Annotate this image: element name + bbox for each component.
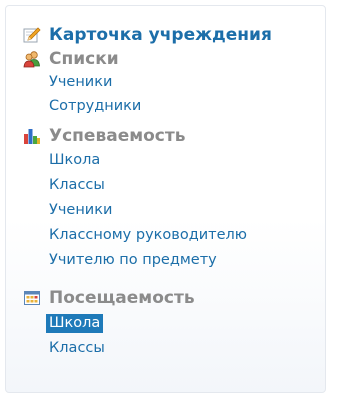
performance-item-students[interactable]: Ученики (49, 201, 112, 220)
lists-section-header: Списки (23, 49, 119, 69)
navigation-panel: Карточка учреждения Списки Ученики Сотру… (5, 5, 326, 393)
performance-section-header: Успеваемость (23, 126, 185, 146)
lists-item-staff[interactable]: Сотрудники (49, 97, 141, 116)
pencil-icon (23, 26, 41, 44)
calendar-grid-icon (23, 289, 41, 307)
performance-item-classes[interactable]: Классы (49, 176, 105, 195)
attendance-item-classes[interactable]: Классы (49, 339, 105, 358)
lists-item-students[interactable]: Ученики (49, 73, 112, 92)
attendance-section-label: Посещаемость (49, 288, 195, 308)
users-icon (23, 50, 41, 68)
bar-chart-icon (23, 127, 41, 145)
card-link-label: Карточка учреждения (49, 25, 272, 45)
attendance-item-school[interactable]: Школа (46, 314, 104, 333)
performance-item-class-teacher[interactable]: Классному руководителю (49, 226, 247, 245)
performance-section-label: Успеваемость (49, 126, 186, 146)
performance-item-school[interactable]: Школа (49, 151, 100, 170)
lists-section-label: Списки (49, 49, 119, 69)
attendance-section-header: Посещаемость (23, 288, 195, 308)
performance-item-subject-teacher[interactable]: Учителю по предмету (49, 251, 217, 270)
card-link[interactable]: Карточка учреждения (23, 25, 272, 45)
